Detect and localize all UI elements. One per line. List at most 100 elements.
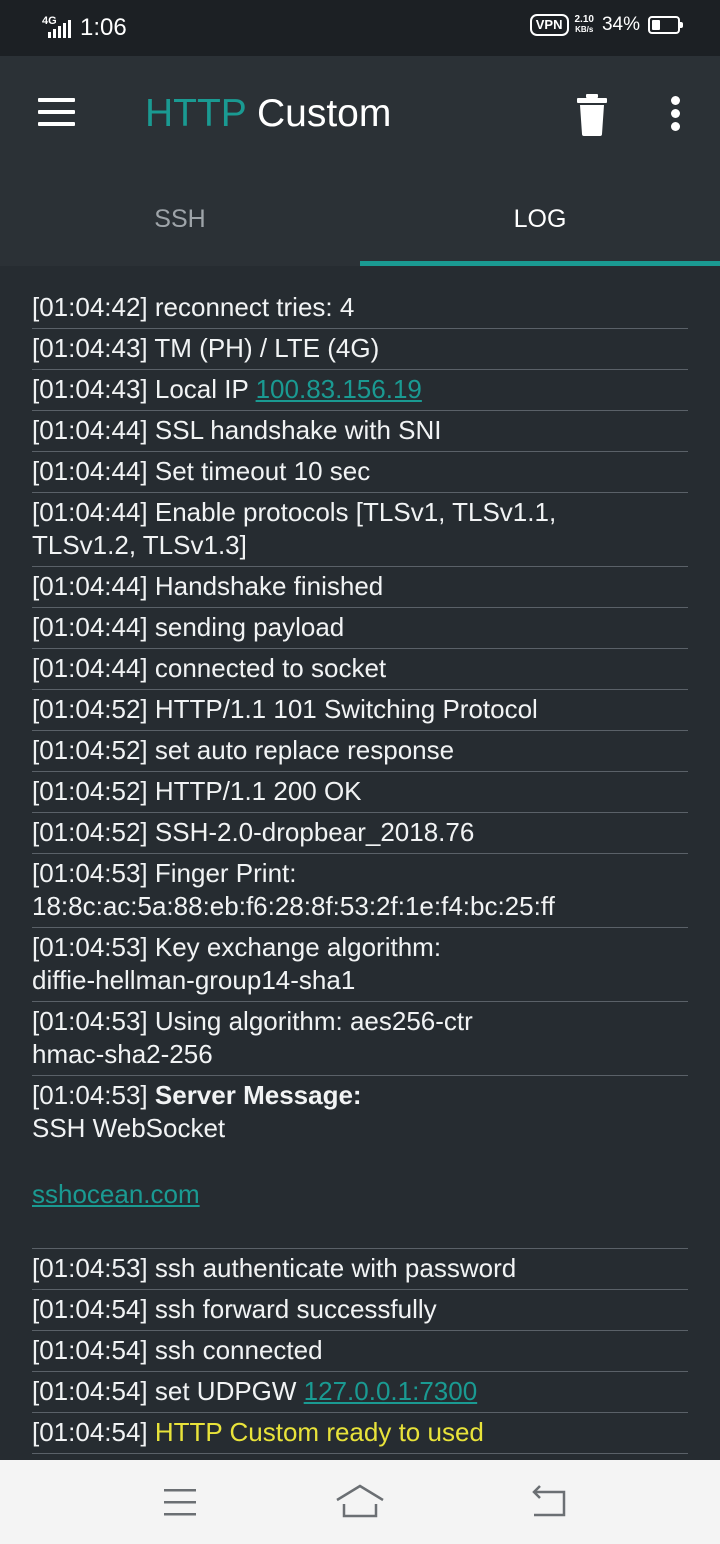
- log-message: Enable protocols [TLSv1, TLSv1.1,: [147, 497, 557, 527]
- log-message: set UDPGW: [147, 1376, 304, 1406]
- log-entry: [01:04:53] Key exchange algorithm: diffie…: [32, 928, 688, 1002]
- speed-value: 2.10: [574, 14, 594, 25]
- log-message: Key exchange algorithm:: [147, 932, 442, 962]
- log-line: [01:04:44] Handshake finished: [32, 570, 688, 603]
- log-entry: [01:04:52] HTTP/1.1 101 Switching Protoc…: [32, 690, 688, 731]
- status-right: VPN 2.10 KB/s 34%: [529, 14, 683, 36]
- log-line: [01:04:43] Local IP 100.83.156.19: [32, 373, 688, 406]
- log-entry: [01:04:54] set UDPGW 127.0.0.1:7300: [32, 1372, 688, 1413]
- log-message: ssh connected: [147, 1335, 323, 1365]
- log-line: [01:04:52] SSH-2.0-dropbear_2018.76: [32, 816, 688, 849]
- status-bar: 4G 1:06 VPN 2.10 KB/s 34%: [0, 0, 720, 56]
- log-timestamp: [01:04:44]: [32, 497, 148, 527]
- trash-icon[interactable]: [572, 92, 612, 136]
- log-link[interactable]: 100.83.156.19: [256, 374, 422, 404]
- log-link[interactable]: 127.0.0.1:7300: [304, 1376, 478, 1406]
- signal-icon: 4G: [42, 16, 74, 40]
- log-list: [01:04:42] reconnect tries: 4 [01:04:43] …: [32, 288, 688, 1454]
- log-message: ssh forward successfully: [147, 1294, 437, 1324]
- log-entry: [01:04:54] ssh connected: [32, 1331, 688, 1372]
- log-message-continued: diffie-hellman-group14-sha1: [32, 965, 356, 995]
- tab-log[interactable]: LOG: [360, 172, 720, 266]
- battery-percent: 34%: [601, 14, 640, 35]
- tab-bar: SSH LOG: [0, 172, 720, 266]
- log-line: [01:04:52] set auto replace response: [32, 734, 688, 767]
- log-message: set auto replace response: [147, 735, 455, 765]
- log-timestamp: [01:04:53]: [32, 858, 148, 888]
- log-line: [01:04:54] ssh connected: [32, 1334, 688, 1367]
- log-timestamp: [01:04:44]: [32, 571, 148, 601]
- log-message-continued: SSH WebSocket: [32, 1113, 226, 1143]
- log-line: [01:04:52] HTTP/1.1 200 OK: [32, 775, 688, 808]
- log-line: [01:04:42] reconnect tries: 4: [32, 291, 688, 324]
- log-entry: [01:04:44] Handshake finished: [32, 567, 688, 608]
- log-entry: [01:04:44] Set timeout 10 sec: [32, 452, 688, 493]
- log-message: reconnect tries: 4: [147, 292, 355, 322]
- log-timestamp: [01:04:52]: [32, 694, 148, 724]
- log-entry: [01:04:44] Enable protocols [TLSv1, TLSv…: [32, 493, 688, 567]
- recents-menu-icon[interactable]: [150, 1478, 210, 1526]
- app-title-rest: Custom: [246, 92, 392, 135]
- log-line: [01:04:44] Enable protocols [TLSv1, TLSv…: [32, 496, 688, 529]
- log-entry: [01:04:53] ssh authenticate with passwor…: [32, 1249, 688, 1290]
- home-icon[interactable]: [330, 1478, 390, 1526]
- log-link[interactable]: sshocean.com: [32, 1179, 200, 1209]
- log-entry: [01:04:43] TM (PH) / LTE (4G): [32, 329, 688, 370]
- battery-icon: [648, 16, 683, 34]
- log-timestamp: [01:04:44]: [32, 415, 148, 445]
- back-icon[interactable]: [520, 1478, 580, 1526]
- log-bold-text: Server Message:: [154, 1080, 362, 1110]
- log-message-continued: TLSv1.2, TLSv1.3]: [32, 530, 247, 560]
- log-timestamp: [01:04:54]: [32, 1376, 148, 1406]
- log-message: SSL handshake with SNI: [147, 415, 442, 445]
- network-type: 4G: [42, 15, 57, 27]
- app-bar: HTTP Custom: [0, 56, 720, 172]
- log-timestamp: [01:04:43]: [32, 374, 148, 404]
- app-title-accent: HTTP: [145, 92, 247, 135]
- more-vertical-icon[interactable]: [660, 92, 692, 136]
- log-timestamp: [01:04:52]: [32, 817, 148, 847]
- log-timestamp: [01:04:42]: [32, 292, 148, 322]
- log-timestamp: [01:04:44]: [32, 653, 148, 683]
- log-line: [01:04:43] TM (PH) / LTE (4G): [32, 332, 688, 365]
- log-highlight-message: HTTP Custom ready to used: [147, 1417, 484, 1447]
- log-line: [01:04:53] Key exchange algorithm:: [32, 931, 688, 964]
- log-line: [01:04:44] SSL handshake with SNI: [32, 414, 688, 447]
- log-timestamp: [01:04:53]: [32, 1006, 148, 1036]
- speed-unit: KB/s: [575, 25, 594, 34]
- log-message: sending payload: [147, 612, 345, 642]
- status-left: 4G 1:06: [42, 14, 127, 42]
- log-timestamp: [01:04:53]: [32, 1080, 148, 1110]
- log-message: connected to socket: [147, 653, 387, 683]
- log-entry: [01:04:43] Local IP 100.83.156.19: [32, 370, 688, 411]
- log-entry: [01:04:44] connected to socket: [32, 649, 688, 690]
- log-message: Local IP: [147, 374, 256, 404]
- log-line: [01:04:54] set UDPGW 127.0.0.1:7300: [32, 1375, 688, 1408]
- log-message: HTTP/1.1 101 Switching Protocol: [147, 694, 538, 724]
- log-timestamp: [01:04:54]: [32, 1417, 148, 1447]
- log-timestamp: [01:04:54]: [32, 1294, 148, 1324]
- log-line: [01:04:53] ssh authenticate with passwor…: [32, 1252, 688, 1285]
- log-entry: [01:04:53] Using algorithm: aes256-ctr hm…: [32, 1002, 688, 1076]
- network-speed: 2.10 KB/s: [575, 15, 594, 35]
- log-message-continued: 18:8c:ac:5a:88:eb:f6:28:8f:53:2f:1e:f4:b…: [32, 891, 555, 921]
- log-entry: [01:04:53] Finger Print: 18:8c:ac:5a:88:e…: [32, 854, 688, 928]
- log-line: [01:04:44] sending payload: [32, 611, 688, 644]
- hamburger-menu-icon[interactable]: [32, 92, 80, 132]
- log-message: HTTP/1.1 200 OK: [147, 776, 362, 806]
- tab-ssh[interactable]: SSH: [0, 172, 360, 266]
- log-panel[interactable]: [01:04:42] reconnect tries: 4 [01:04:43] …: [0, 266, 720, 1460]
- app-title: HTTP Custom: [145, 92, 391, 136]
- log-message-continued: hmac-sha2-256: [32, 1039, 213, 1069]
- log-message: SSH-2.0-dropbear_2018.76: [147, 817, 475, 847]
- log-timestamp: [01:04:43]: [32, 333, 148, 363]
- log-entry: [01:04:44] sending payload: [32, 608, 688, 649]
- log-message: Handshake finished: [147, 571, 384, 601]
- system-nav-bar: [0, 1460, 720, 1544]
- log-timestamp: [01:04:54]: [32, 1335, 148, 1365]
- log-message: ssh authenticate with password: [147, 1253, 517, 1283]
- log-entry: [01:04:52] SSH-2.0-dropbear_2018.76: [32, 813, 688, 854]
- log-line: [01:04:53] Using algorithm: aes256-ctr: [32, 1005, 688, 1038]
- log-entry: [01:04:52] HTTP/1.1 200 OK: [32, 772, 688, 813]
- log-message: Set timeout 10 sec: [147, 456, 371, 486]
